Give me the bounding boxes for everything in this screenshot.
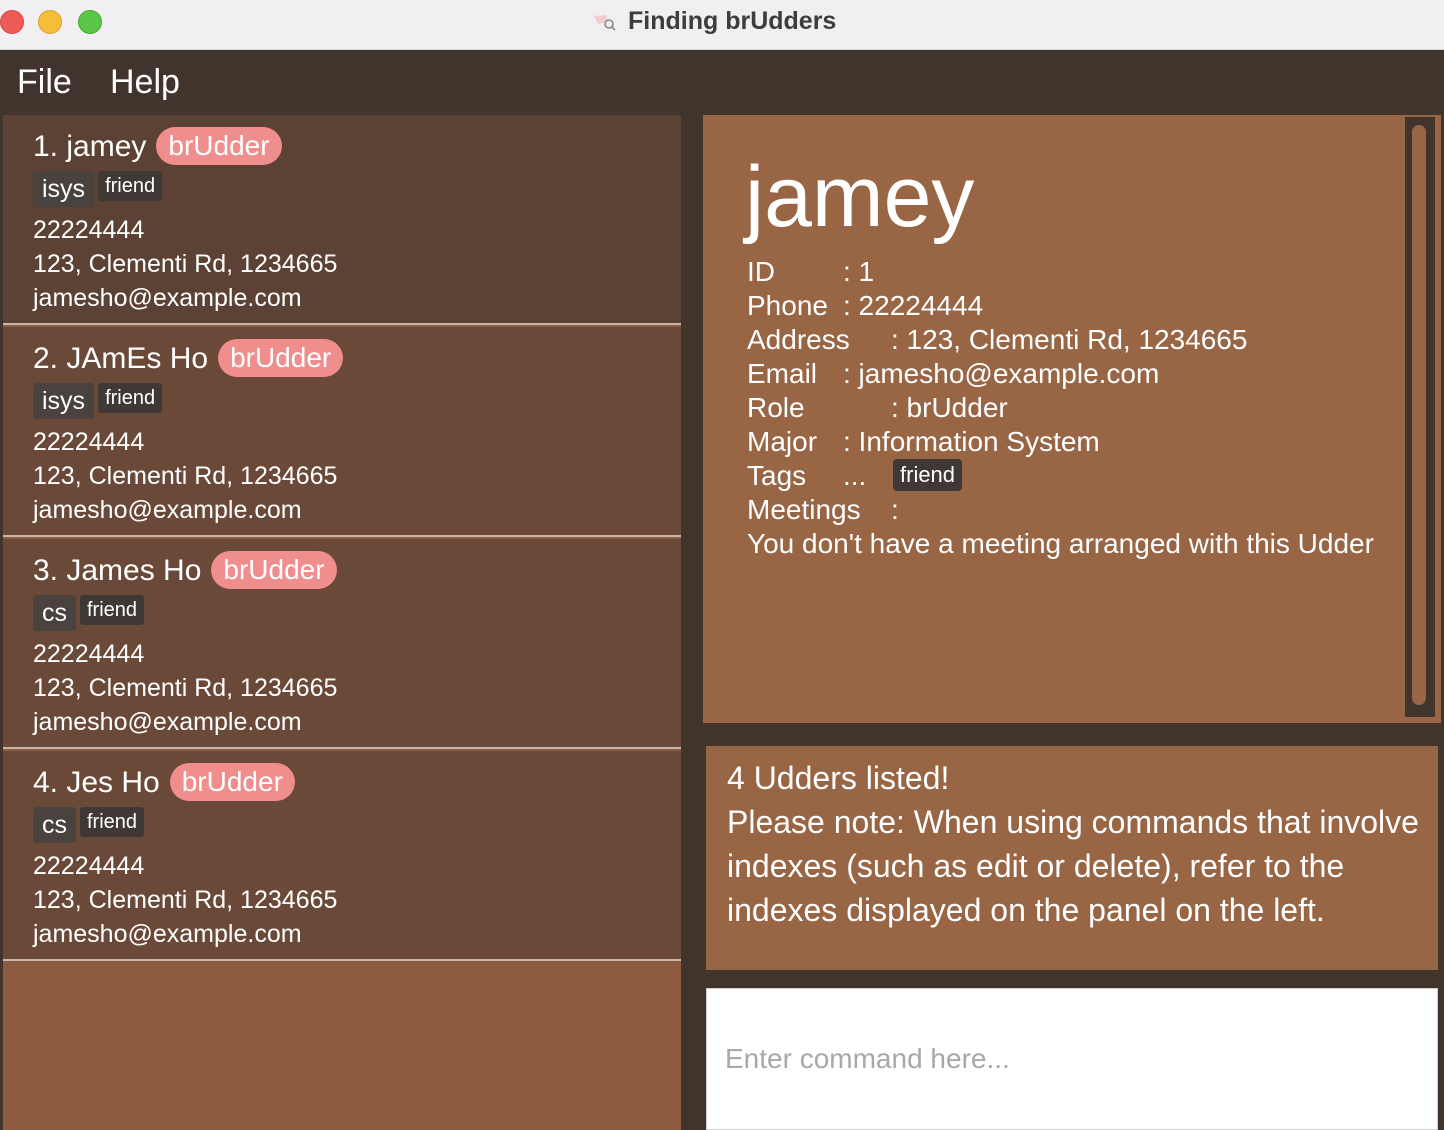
detail-address-label: Address: [747, 324, 850, 355]
person-card-title: 4. Jes Ho brUdder: [33, 763, 295, 803]
person-tags: cs friend: [33, 807, 145, 843]
detail-meetings-value: :: [891, 494, 899, 525]
detail-major-value: : Information System: [843, 426, 1100, 457]
person-tags: cs friend: [33, 595, 145, 631]
person-name: 4. Jes Ho: [33, 766, 160, 799]
person-address: 123, Clementi Rd, 1234665: [33, 462, 338, 490]
person-card-4[interactable]: 4. Jes Ho brUdder cs friend 22224444 123, …: [3, 751, 681, 961]
person-phone: 22224444: [33, 640, 145, 668]
person-tags: isys friend: [33, 383, 163, 419]
detail-address-value: : 123, Clementi Rd, 1234665: [891, 324, 1248, 355]
detail-email-label: Email: [747, 358, 818, 389]
detail-major-label: Major: [747, 426, 818, 457]
minimize-window-button[interactable]: [38, 10, 62, 34]
person-name: 1. jamey: [33, 130, 147, 163]
person-tags: isys friend: [33, 171, 163, 207]
person-email: jamesho@example.com: [33, 496, 302, 524]
friend-tag: friend: [80, 807, 145, 837]
person-card-title: 2. JAmEs Ho brUdder: [33, 339, 344, 379]
person-detail-panel: jamey ID : 1 Phone : 22224444 Address : …: [703, 115, 1441, 723]
role-badge: brUdder: [156, 127, 282, 166]
detail-email-value: : jamesho@example.com: [843, 358, 1160, 389]
major-tag: isys: [33, 171, 95, 207]
app-icon: [594, 15, 616, 31]
title-bar: Finding brUdders: [0, 0, 1444, 50]
friend-tag: friend: [98, 383, 163, 413]
person-card-title: 3. James Ho brUdder: [33, 551, 337, 591]
maximize-window-button[interactable]: [78, 10, 102, 34]
detail-friend-tag: friend: [893, 459, 963, 491]
role-badge: brUdder: [211, 551, 337, 590]
friend-tag: friend: [80, 595, 145, 625]
person-card-3[interactable]: 3. James Ho brUdder cs friend 22224444 123…: [3, 539, 681, 749]
command-input[interactable]: [706, 988, 1438, 1130]
person-card-title: 1. jamey brUdder: [33, 127, 282, 167]
menu-bar: File Help: [0, 50, 1444, 114]
detail-scroll-thumb[interactable]: [1412, 125, 1426, 705]
major-tag: cs: [33, 807, 76, 843]
detail-id-label: ID: [747, 256, 775, 287]
detail-role-label: Role: [747, 392, 805, 423]
detail-meeting-note: You don't have a meeting arranged with t…: [747, 528, 1374, 559]
detail-phone-label: Phone: [747, 290, 828, 321]
person-address: 123, Clementi Rd, 1234665: [33, 250, 338, 278]
detail-role-value: : brUdder: [891, 392, 1008, 423]
person-phone: 22224444: [33, 852, 145, 880]
detail-id-value: : 1: [843, 256, 875, 287]
detail-name: jamey: [745, 149, 975, 245]
person-address: 123, Clementi Rd, 1234665: [33, 674, 338, 702]
result-display: 4 Udders listed! Please note: When using…: [706, 746, 1438, 970]
person-name: 3. James Ho: [33, 554, 202, 587]
result-message: 4 Udders listed! Please note: When using…: [727, 760, 1419, 928]
person-email: jamesho@example.com: [33, 920, 302, 948]
close-window-button[interactable]: [0, 10, 24, 34]
major-tag: cs: [33, 595, 76, 631]
role-badge: brUdder: [169, 763, 295, 802]
person-card-1[interactable]: 1. jamey brUdder isys friend 22224444 123,…: [3, 115, 681, 325]
window-title: Finding brUdders: [628, 7, 837, 35]
friend-tag: friend: [98, 171, 163, 201]
menu-file[interactable]: File: [17, 62, 72, 102]
person-email: jamesho@example.com: [33, 708, 302, 736]
person-card-2[interactable]: 2. JAmEs Ho brUdder isys friend 22224444 1…: [3, 327, 681, 537]
major-tag: isys: [33, 383, 95, 419]
detail-meetings-label: Meetings: [747, 494, 861, 525]
person-phone: 22224444: [33, 216, 145, 244]
menu-help[interactable]: Help: [110, 62, 180, 102]
person-email: jamesho@example.com: [33, 284, 302, 312]
person-list-panel[interactable]: 1. jamey brUdder isys friend 22224444 123,…: [3, 115, 681, 1130]
person-address: 123, Clementi Rd, 1234665: [33, 886, 338, 914]
detail-phone-value: : 22224444: [843, 290, 984, 321]
person-phone: 22224444: [33, 428, 145, 456]
person-name: 2. JAmEs Ho: [33, 342, 209, 375]
detail-scrollbar[interactable]: [1405, 117, 1435, 717]
detail-tags-label: Tags: [747, 460, 807, 491]
role-badge: brUdder: [218, 339, 344, 378]
detail-tags-value: ...: [843, 460, 867, 491]
